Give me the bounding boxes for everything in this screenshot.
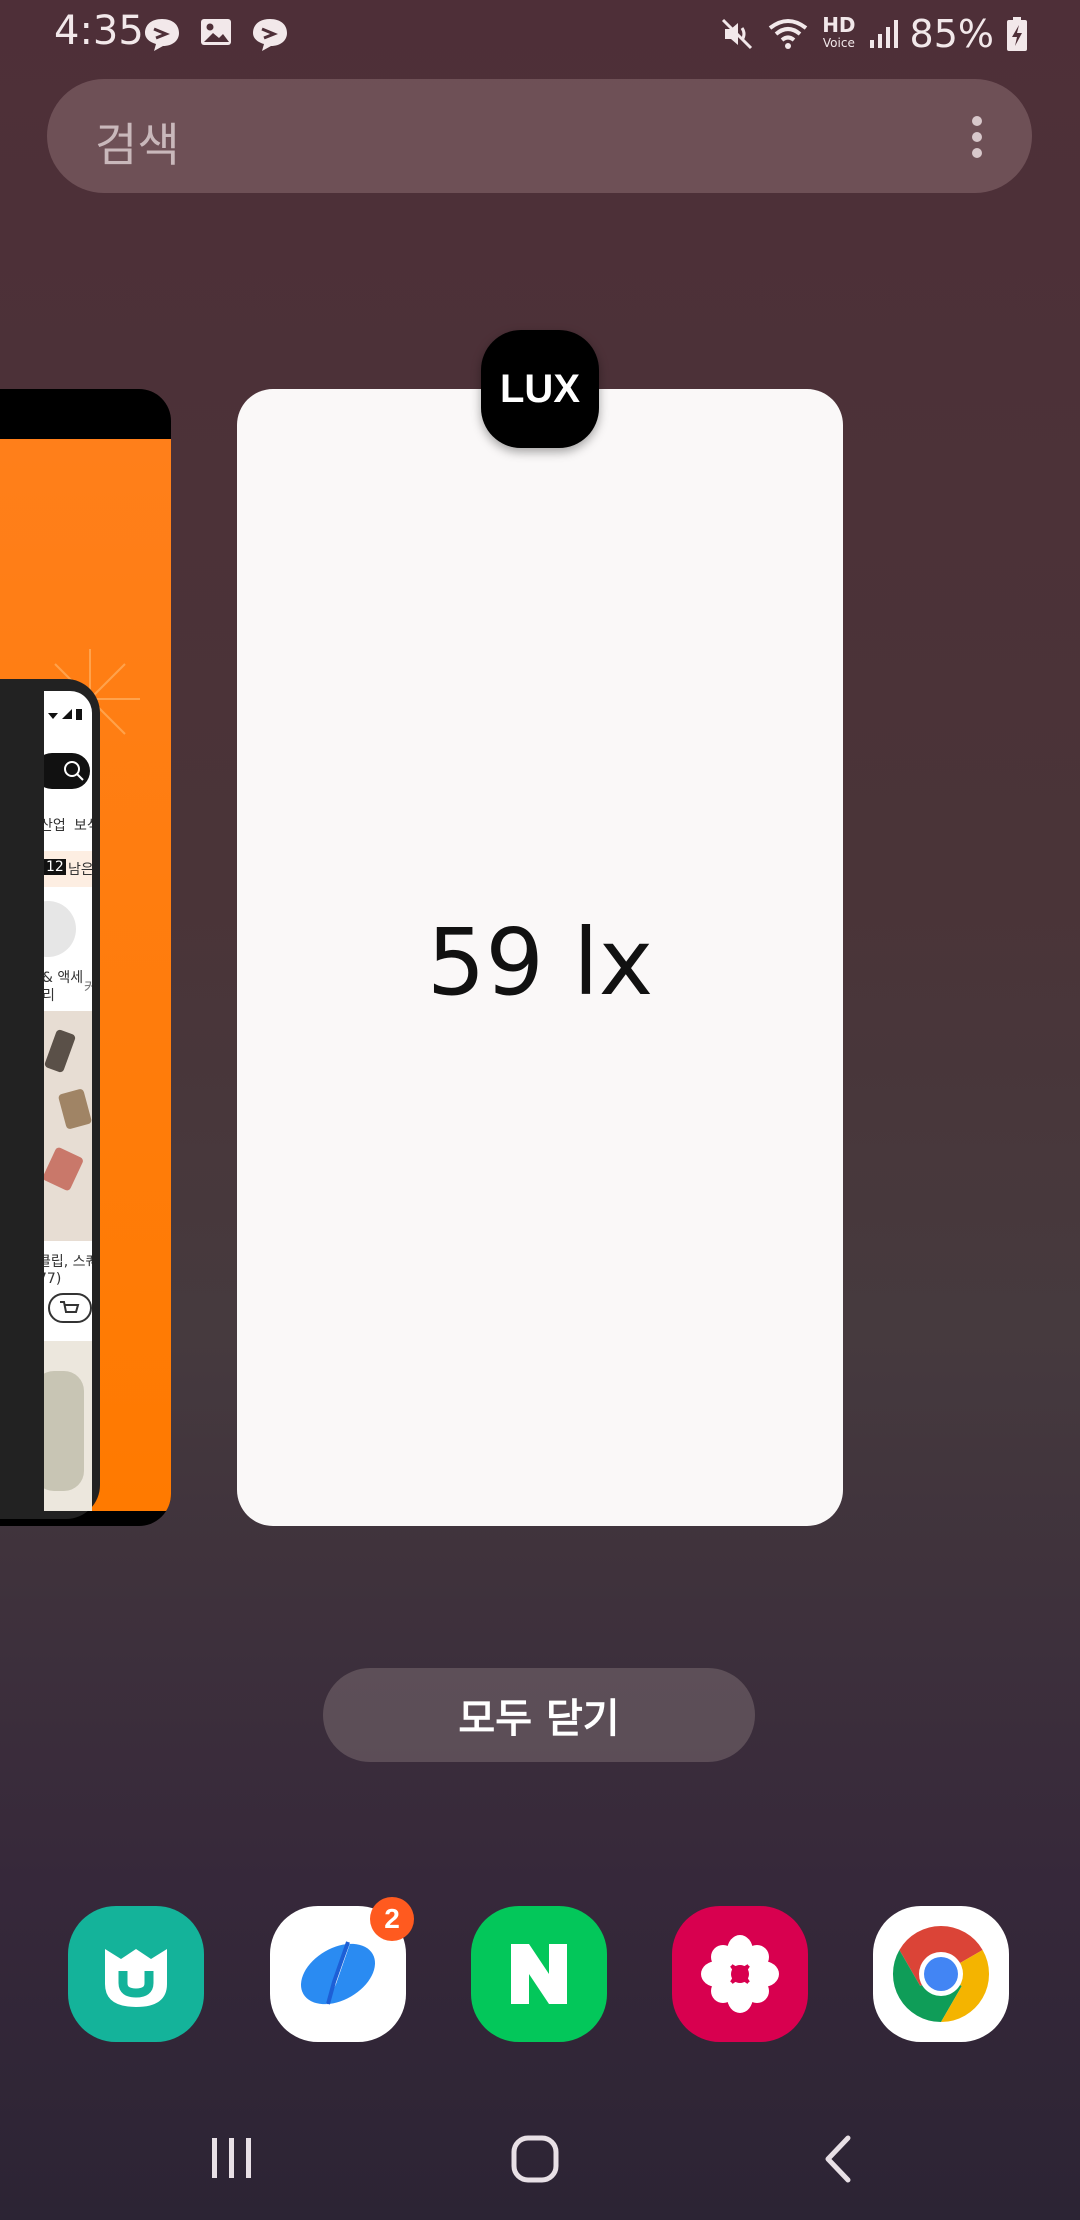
gallery-app-icon[interactable] [672,1906,808,2042]
close-all-button[interactable]: 모두 닫기 [323,1668,755,1762]
status-bar: 4:35 HD Voice 85% [0,0,1080,68]
naver-logo-icon [511,1944,567,2004]
product-image [44,1341,92,1511]
category-text: 보석류 [74,818,92,834]
timer-label: 남은 시간 [68,862,92,878]
home-icon[interactable] [510,2134,560,2184]
more-vert-icon[interactable] [970,115,984,159]
mute-icon [722,18,753,50]
back-icon[interactable] [818,2134,858,2184]
battery-percent: 85% [909,12,994,56]
recent-app-card-lux[interactable]: 59 lx [237,389,843,1526]
chrome-app-icon[interactable] [873,1906,1009,2042]
lux-app-icon[interactable]: LUX [481,330,599,448]
battery-charging-icon [1007,17,1027,51]
search-icon [64,761,84,781]
search-bar[interactable]: 검색 [47,79,1032,193]
category-thumb [44,901,76,957]
navigation-bar [0,2120,1080,2200]
status-time: 4:35 [54,8,144,54]
phone-screen: 산업 보석류 12 남은 시간 & 액세 리 커브 클립, 스퀘... 77) [44,691,92,1511]
category-text: 산업 [44,818,66,834]
image-icon [201,19,231,45]
naver-app-icon[interactable] [471,1906,607,2042]
mi-home-app-icon[interactable] [68,1906,204,2042]
product-image [44,1011,92,1241]
recents-icon[interactable] [208,2134,256,2182]
search-placeholder: 검색 [95,118,180,172]
flower-icon [701,1935,779,2013]
chat-icon [145,19,179,51]
recent-app-card-shopping[interactable]: 다. 산업 보석류 12 남은 시간 & 액세 리 커브 클립, 스퀘... [0,389,171,1526]
product-reviews: 77) [44,1271,62,1287]
hd-voice-indicator: HD Voice [822,13,856,52]
status-indicator-icon [48,709,82,720]
notification-badge: 2 [370,1897,414,1941]
category-label: 커브 [84,980,92,996]
system-status: HD Voice 85% [720,12,1028,56]
chrome-logo-icon [892,1926,990,2022]
cart-icon [48,1293,92,1323]
product-title: 클립, 스퀘... [44,1254,92,1270]
messenger-logo-icon [301,1938,375,2010]
category-label: & 액세 [44,970,84,986]
mi-home-logo-icon [105,1949,167,2007]
signal-icon [869,20,898,48]
chat-icon [253,19,287,51]
hd-label: HD [822,13,856,37]
lux-reading: 59 lx [426,909,654,1016]
category-label: 리 [44,988,55,1004]
wifi-icon [768,19,808,49]
timer-number: 12 [44,859,66,875]
voice-label: Voice [822,36,855,50]
notification-icons [142,14,290,54]
